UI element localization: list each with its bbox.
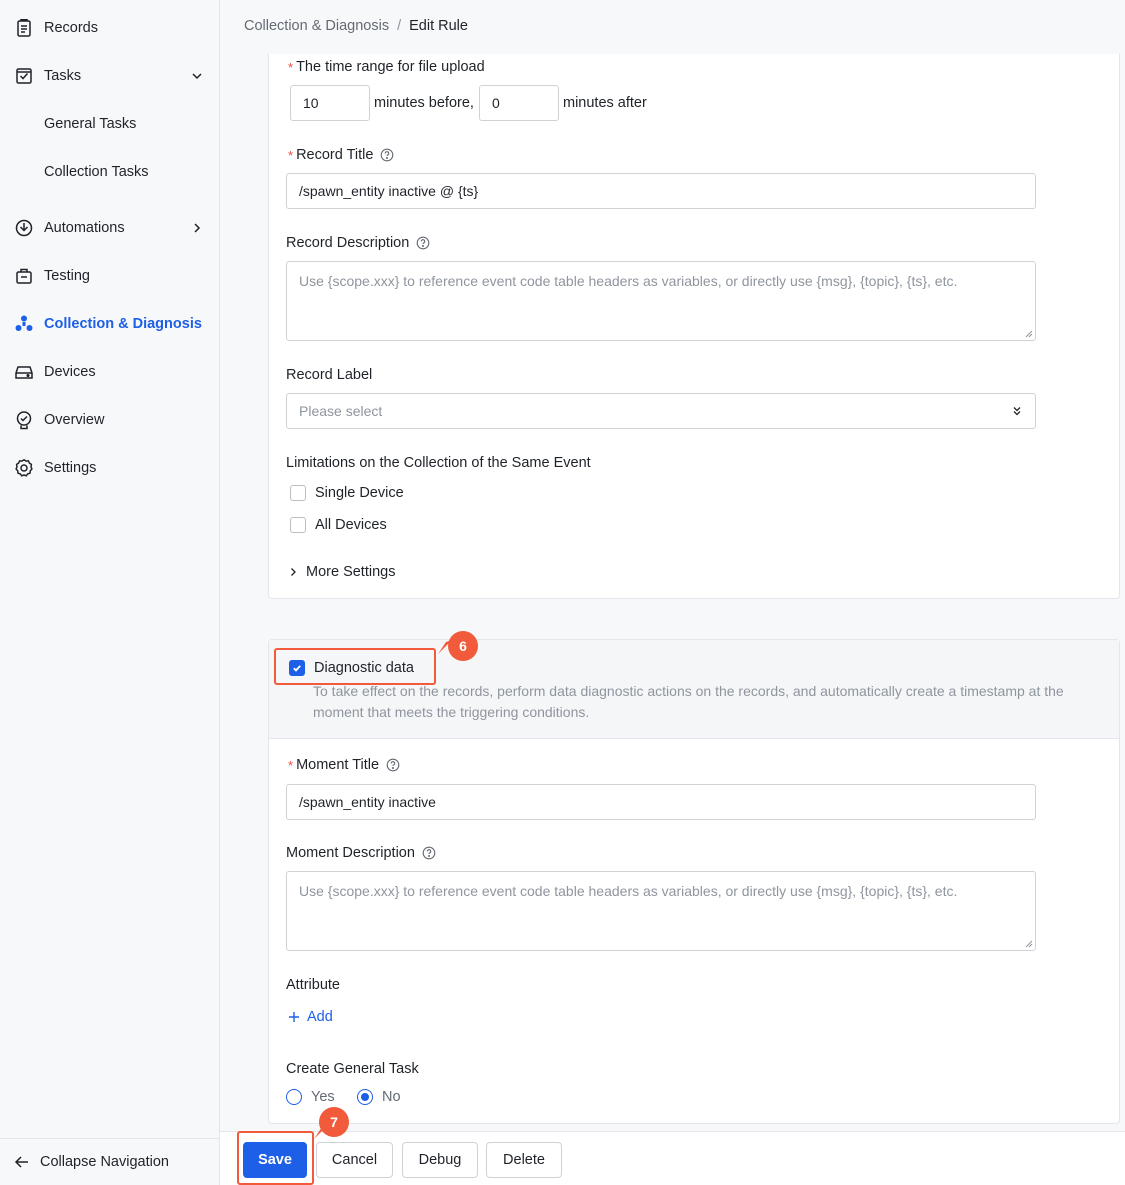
cancel-button[interactable]: Cancel	[316, 1142, 393, 1178]
sidebar-item-devices[interactable]: Devices	[0, 352, 219, 392]
help-icon[interactable]	[416, 236, 430, 250]
general-task-no-radio[interactable]: No	[357, 1089, 401, 1105]
collapse-navigation-label: Collapse Navigation	[40, 1154, 169, 1170]
breadcrumb-parent[interactable]: Collection & Diagnosis	[244, 18, 389, 34]
sidebar-item-label: Tasks	[44, 68, 82, 84]
record-label-select[interactable]: Please select	[286, 393, 1036, 429]
sidebar-item-collection-tasks[interactable]: Collection Tasks	[0, 152, 219, 192]
breadcrumb: Collection & Diagnosis / Edit Rule	[244, 18, 468, 34]
resize-handle-icon[interactable]	[1025, 330, 1033, 338]
double-chevron-down-icon	[1013, 407, 1021, 416]
radio-circle[interactable]	[286, 1089, 302, 1105]
record-title-label: * Record Title	[288, 147, 394, 163]
form-footer: Save Cancel Debug Delete	[220, 1131, 1125, 1185]
add-attribute-button[interactable]: Add	[288, 1009, 333, 1025]
sidebar-item-label: Overview	[44, 412, 105, 428]
single-device-checkbox[interactable]: Single Device	[290, 485, 404, 501]
sidebar-item-general-tasks[interactable]: General Tasks	[0, 104, 219, 144]
sidebar-item-label: Collection & Diagnosis	[44, 316, 202, 332]
moment-description-textarea[interactable]: Use {scope.xxx} to reference event code …	[286, 871, 1036, 951]
sidebar-item-label: Records	[44, 20, 98, 36]
debug-button[interactable]: Debug	[402, 1142, 478, 1178]
moment-title-label: * Moment Title	[288, 757, 400, 773]
help-icon[interactable]	[380, 148, 394, 162]
sidebar-item-records[interactable]: Records	[0, 8, 219, 48]
record-settings-card: * The time range for file upload 10 minut…	[268, 54, 1120, 599]
help-icon[interactable]	[422, 846, 436, 860]
record-title-input[interactable]: /spawn_entity inactive @ {ts}	[286, 173, 1036, 209]
tasks-icon	[14, 66, 34, 86]
general-task-yes-radio[interactable]: Yes	[286, 1089, 335, 1105]
diagnostic-description: To take effect on the records, perform d…	[313, 683, 1064, 720]
more-settings-toggle[interactable]: More Settings	[288, 564, 395, 580]
sidebar-item-settings[interactable]: Settings	[0, 448, 219, 488]
diagnostic-card: Diagnostic data To take effect on the re…	[268, 639, 1120, 1124]
step-6-badge: 6	[448, 631, 478, 661]
sidebar-item-label: Collection Tasks	[44, 164, 149, 180]
record-description-textarea[interactable]: Use {scope.xxx} to reference event code …	[286, 261, 1036, 341]
gear-icon	[14, 458, 34, 478]
radio-circle[interactable]	[357, 1089, 373, 1105]
moment-description-label: Moment Description	[286, 845, 436, 861]
sidebar-item-collection-diagnosis[interactable]: Collection & Diagnosis	[0, 304, 219, 344]
sidebar-item-testing[interactable]: Testing	[0, 256, 219, 296]
all-devices-checkbox[interactable]: All Devices	[290, 517, 387, 533]
checkbox-box[interactable]	[290, 517, 306, 533]
sidebar-item-label: Testing	[44, 268, 90, 284]
general-task-label: Create General Task	[286, 1061, 419, 1077]
attribute-label: Attribute	[286, 977, 340, 993]
overview-icon	[14, 410, 34, 430]
chevron-right-icon	[291, 568, 296, 576]
step-7-badge: 7	[319, 1107, 349, 1137]
chevron-right-icon	[194, 223, 201, 233]
required-mark: *	[288, 59, 294, 75]
minutes-after-text: minutes after	[563, 95, 647, 111]
records-icon	[14, 18, 34, 38]
minutes-after-input[interactable]: 0	[479, 85, 559, 121]
sidebar-item-tasks[interactable]: Tasks	[0, 56, 219, 96]
breadcrumb-current: Edit Rule	[409, 18, 468, 34]
record-description-label: Record Description	[286, 235, 430, 251]
minutes-before-input[interactable]: 10	[290, 85, 370, 121]
collapse-navigation-button[interactable]: Collapse Navigation	[0, 1138, 219, 1185]
sidebar-item-label: Automations	[44, 220, 125, 236]
main-content: Collection & Diagnosis / Edit Rule * The ti…	[220, 0, 1125, 1185]
devices-icon	[14, 362, 34, 382]
sidebar-item-automations[interactable]: Automations	[0, 208, 219, 248]
upload-range-label: * The time range for file upload	[288, 59, 485, 75]
sidebar-item-label: Settings	[44, 460, 97, 476]
step-6-highlight	[274, 648, 436, 685]
chevron-down-icon	[192, 73, 202, 80]
breadcrumb-separator: /	[397, 18, 402, 34]
record-label-placeholder: Please select	[299, 403, 383, 419]
sidebar-item-overview[interactable]: Overview	[0, 400, 219, 440]
checkbox-box[interactable]	[290, 485, 306, 501]
sidebar-item-label: General Tasks	[44, 116, 137, 132]
arrow-left-icon	[14, 1156, 28, 1168]
sidebar-item-label: Devices	[44, 364, 96, 380]
resize-handle-icon[interactable]	[1025, 940, 1033, 948]
minutes-before-text: minutes before,	[374, 95, 474, 111]
testing-icon	[14, 266, 34, 286]
limitations-label: Limitations on the Collection of the Sam…	[286, 455, 591, 471]
sidebar: Records Tasks General Tasks Collection T…	[0, 0, 220, 1185]
plus-icon	[289, 1012, 299, 1022]
record-label-label: Record Label	[286, 367, 373, 383]
required-mark: *	[288, 757, 294, 773]
automations-icon	[14, 218, 34, 238]
step-7-highlight	[237, 1131, 314, 1185]
required-mark: *	[288, 147, 294, 163]
moment-title-input[interactable]: /spawn_entity inactive	[286, 784, 1036, 820]
collection-diagnosis-icon	[14, 314, 34, 334]
help-icon[interactable]	[386, 758, 400, 772]
delete-button[interactable]: Delete	[486, 1142, 562, 1178]
